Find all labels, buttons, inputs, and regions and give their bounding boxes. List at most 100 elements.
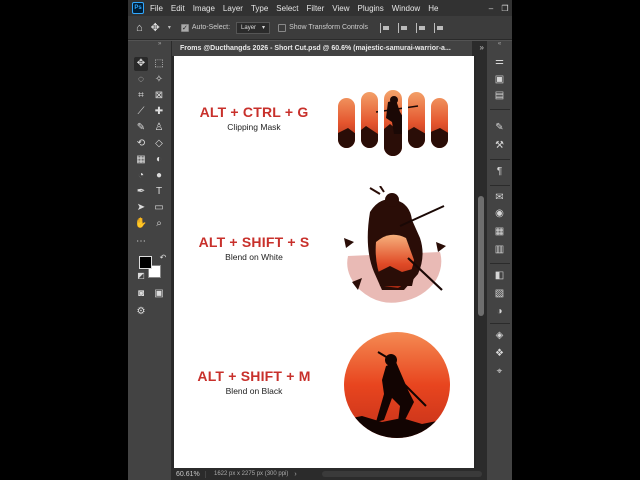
menu-plugins[interactable]: Plugins: [358, 4, 384, 13]
shortcut-keys: ALT + SHIFT + S: [198, 234, 310, 250]
align-right-icon[interactable]: [416, 22, 426, 33]
artboard-tool-icon[interactable]: ⬚: [152, 57, 166, 71]
screen-mode-icon[interactable]: ▣: [152, 287, 166, 301]
eraser-icon[interactable]: ◇: [152, 137, 166, 151]
path-selection-icon[interactable]: ➤: [134, 201, 148, 215]
frame-tool-icon[interactable]: ⊠: [152, 89, 166, 103]
quick-mask-icon[interactable]: ◙: [134, 287, 148, 301]
menu-image[interactable]: Image: [193, 4, 215, 13]
shortcut-keys: ALT + SHIFT + M: [197, 368, 311, 384]
patterns-icon[interactable]: ▥: [493, 243, 506, 256]
edit-toolbar-icon[interactable]: ⚙: [134, 305, 148, 319]
menu-select[interactable]: Select: [276, 4, 298, 13]
vertical-scroll-thumb[interactable]: [478, 196, 484, 316]
channels-icon[interactable]: ❖: [493, 347, 506, 360]
panel-collapse-icon[interactable]: »: [128, 41, 171, 51]
clipping-mask-image: [338, 90, 448, 156]
zoom-level[interactable]: 60.61%: [172, 470, 206, 478]
menu-file[interactable]: File: [150, 4, 163, 13]
tool-preset-chevron-icon[interactable]: ▾: [168, 24, 171, 31]
restore-button[interactable]: ❐: [498, 0, 512, 16]
gradients-icon[interactable]: ◧: [493, 269, 506, 282]
auto-select-dropdown[interactable]: Layer ▾: [236, 21, 271, 34]
auto-select-value: Layer: [241, 24, 257, 31]
auto-select-label: Auto-Select:: [191, 24, 231, 31]
more-tools-icon[interactable]: ⋯: [134, 235, 148, 249]
document-info[interactable]: 1622 px x 2275 px (300 ppi): [214, 471, 288, 477]
blur-tool-icon[interactable]: ◐: [152, 153, 166, 167]
brush-settings-icon[interactable]: ✎: [493, 121, 506, 134]
zoom-tool-icon[interactable]: ⌕: [152, 217, 166, 231]
rectangle-tool-icon[interactable]: ▭: [152, 201, 166, 215]
home-icon[interactable]: ⌂: [136, 22, 143, 34]
document-tab[interactable]: Froms @Ducthangds 2026 - Short Cut.psd @…: [172, 41, 472, 56]
move-tool-icon[interactable]: ✥: [151, 21, 160, 34]
libraries-icon[interactable]: ▣: [493, 73, 506, 86]
lasso-tool-icon[interactable]: ◌: [134, 73, 148, 87]
eyedropper-icon[interactable]: ⟋: [134, 105, 148, 119]
align-top-icon[interactable]: [434, 22, 444, 33]
horizontal-scrollbar[interactable]: [322, 471, 482, 477]
shortcut-clipping-mask: ALT + CTRL + G Clipping Mask: [174, 104, 334, 132]
blend-on-white-image: [344, 186, 446, 303]
clone-stamp-icon[interactable]: ♙: [152, 121, 166, 135]
crop-tool-icon[interactable]: ⌗: [134, 89, 148, 103]
tools-panel: » ✥ ⬚ ◌ ✧ ⌗ ⊠ ⟋ ✚ ✎ ♙ ⟲ ◇ ▦ ◐ ◔ ● ✒ T ➤ …: [128, 41, 172, 480]
shortcut-blend-black: ALT + SHIFT + M Blend on Black: [174, 368, 334, 396]
styles-icon[interactable]: ◑: [493, 305, 506, 318]
status-menu-chevron-icon[interactable]: ›: [294, 471, 296, 478]
menu-help[interactable]: He: [428, 4, 438, 13]
adjustments-icon[interactable]: ⚌: [493, 55, 506, 68]
sponge-tool-icon[interactable]: ●: [152, 169, 166, 183]
align-left-icon[interactable]: [380, 22, 390, 33]
menu-layer[interactable]: Layer: [223, 4, 243, 13]
layers-icon[interactable]: ◈: [493, 329, 506, 342]
color-icon[interactable]: ◉: [493, 207, 506, 220]
magic-wand-icon[interactable]: ✧: [152, 73, 166, 87]
tabs-overflow-icon[interactable]: »: [480, 43, 484, 52]
dodge-tool-icon[interactable]: ◔: [134, 169, 148, 183]
healing-brush-icon[interactable]: ✚: [152, 105, 166, 119]
show-transform-checkbox[interactable]: [278, 23, 287, 32]
show-transform-label: Show Transform Controls: [289, 24, 369, 31]
menu-bar: Ps File Edit Image Layer Type Select Fil…: [128, 0, 512, 16]
paths-icon[interactable]: ⌖: [493, 365, 506, 378]
pen-tool-icon[interactable]: ✒: [134, 185, 148, 199]
shortcut-blend-white: ALT + SHIFT + S Blend on White: [174, 234, 334, 262]
hand-tool-icon[interactable]: ✋: [134, 217, 148, 231]
artboard[interactable]: ALT + CTRL + G Clipping Mask ALT + SHIFT…: [174, 56, 474, 468]
info-icon[interactable]: ▤: [493, 89, 506, 102]
photoshop-logo-icon: Ps: [132, 2, 144, 14]
swatches-icon[interactable]: ▦: [493, 225, 506, 238]
move-tool-icon[interactable]: ✥: [134, 57, 148, 71]
minimize-button[interactable]: –: [484, 0, 498, 16]
menu-type[interactable]: Type: [251, 4, 268, 13]
brush-tool-icon[interactable]: ✎: [134, 121, 148, 135]
paragraph-icon[interactable]: ¶: [493, 165, 506, 178]
options-bar: ⌂ ✥ ▾ ✓ Auto-Select: Layer ▾ Show Transf…: [128, 16, 512, 40]
shortcut-label: Clipping Mask: [227, 122, 281, 132]
blend-on-black-image: [344, 332, 450, 438]
swap-colors-icon[interactable]: ↶: [156, 251, 170, 265]
right-panel-strip: « ⚌ ▣ ▤ ✎ ⚒ ¶ ✉ ◉ ▦ ▥ ◧ ▧ ◑ ◈ ❖ ⌖: [486, 41, 512, 480]
menu-window[interactable]: Window: [392, 4, 420, 13]
shortcut-label: Blend on White: [225, 252, 283, 262]
foreground-color-swatch[interactable]: [139, 256, 152, 269]
default-colors-icon[interactable]: ◩: [134, 269, 148, 283]
comments-icon[interactable]: ✉: [493, 191, 506, 204]
gradient-tool-icon[interactable]: ▦: [134, 153, 148, 167]
align-center-icon[interactable]: [398, 22, 408, 33]
auto-select-checkbox[interactable]: ✓: [180, 23, 189, 32]
menu-filter[interactable]: Filter: [307, 4, 325, 13]
properties-icon[interactable]: ▧: [493, 287, 506, 300]
tool-presets-icon[interactable]: ⚒: [493, 139, 506, 152]
menu-edit[interactable]: Edit: [171, 4, 185, 13]
panel-expand-icon[interactable]: «: [487, 41, 512, 51]
chevron-down-icon: ▾: [262, 25, 266, 31]
canvas-area[interactable]: ALT + CTRL + G Clipping Mask ALT + SHIFT…: [172, 56, 486, 468]
type-tool-icon[interactable]: T: [152, 185, 166, 199]
vertical-scrollbar[interactable]: [476, 56, 486, 468]
history-brush-icon[interactable]: ⟲: [134, 137, 148, 151]
menu-view[interactable]: View: [332, 4, 349, 13]
shortcut-keys: ALT + CTRL + G: [199, 104, 309, 120]
